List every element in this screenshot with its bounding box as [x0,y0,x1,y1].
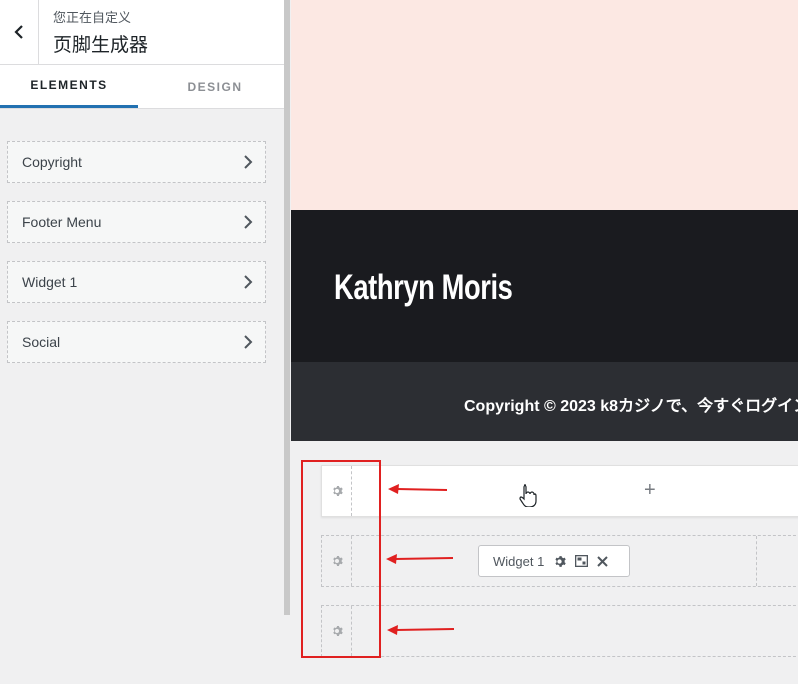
widget-chip-label: Widget 1 [493,553,545,569]
content-area [291,0,798,210]
chevron-right-icon [243,214,253,230]
back-button[interactable] [0,0,39,64]
annotation-highlight-box [301,460,381,658]
chevron-right-icon [243,154,253,170]
sidebar-header: 您正在自定义 页脚生成器 [0,0,284,65]
layout-icon[interactable] [575,555,589,567]
back-chevron-icon [14,25,23,39]
footer-bottom-section: Copyright © 2023 k8カジノで、今すぐログイン [291,362,798,441]
close-icon[interactable] [597,555,609,567]
chevron-right-icon [243,334,253,350]
panel-title: 页脚生成器 [53,35,149,56]
sidebar-scrollbar[interactable] [284,0,290,615]
copyright-text: Copyright © 2023 k8カジノで、今すぐログイン [464,398,798,415]
site-preview: Kathryn Moris Copyright © 2023 k8カジノで、今す… [291,0,798,441]
customizing-subtitle: 您正在自定义 [53,10,132,25]
annotation-arrow-icon [387,625,455,635]
panel-tabs: ELEMENTS DESIGN [0,65,284,109]
annotation-arrow-icon [386,554,454,564]
widget-chip[interactable]: Widget 1 [478,545,630,577]
element-item-widget-1[interactable]: Widget 1 [7,261,266,303]
element-label: Widget 1 [22,274,78,290]
footer-builder: + Widget 1 [291,441,798,684]
site-name[interactable]: Kathryn Moris [334,268,513,308]
hand-pointer-icon [519,484,537,507]
element-item-footer-menu[interactable]: Footer Menu [7,201,266,243]
tab-design[interactable]: DESIGN [146,65,284,108]
element-label: Copyright [22,154,82,170]
add-element-button[interactable]: + [644,478,656,502]
column-divider [756,536,758,586]
footer-top-section: Kathryn Moris [291,210,798,362]
annotation-arrow-icon [388,484,448,494]
element-label: Social [22,334,61,350]
element-label: Footer Menu [22,214,102,230]
gear-icon[interactable] [553,555,567,568]
customizer-sidebar: 您正在自定义 页脚生成器 ELEMENTS DESIGN Copyright F… [0,0,284,684]
tab-elements[interactable]: ELEMENTS [0,65,138,108]
chevron-right-icon [243,274,253,290]
element-item-copyright[interactable]: Copyright [7,141,266,183]
element-item-social[interactable]: Social [7,321,266,363]
